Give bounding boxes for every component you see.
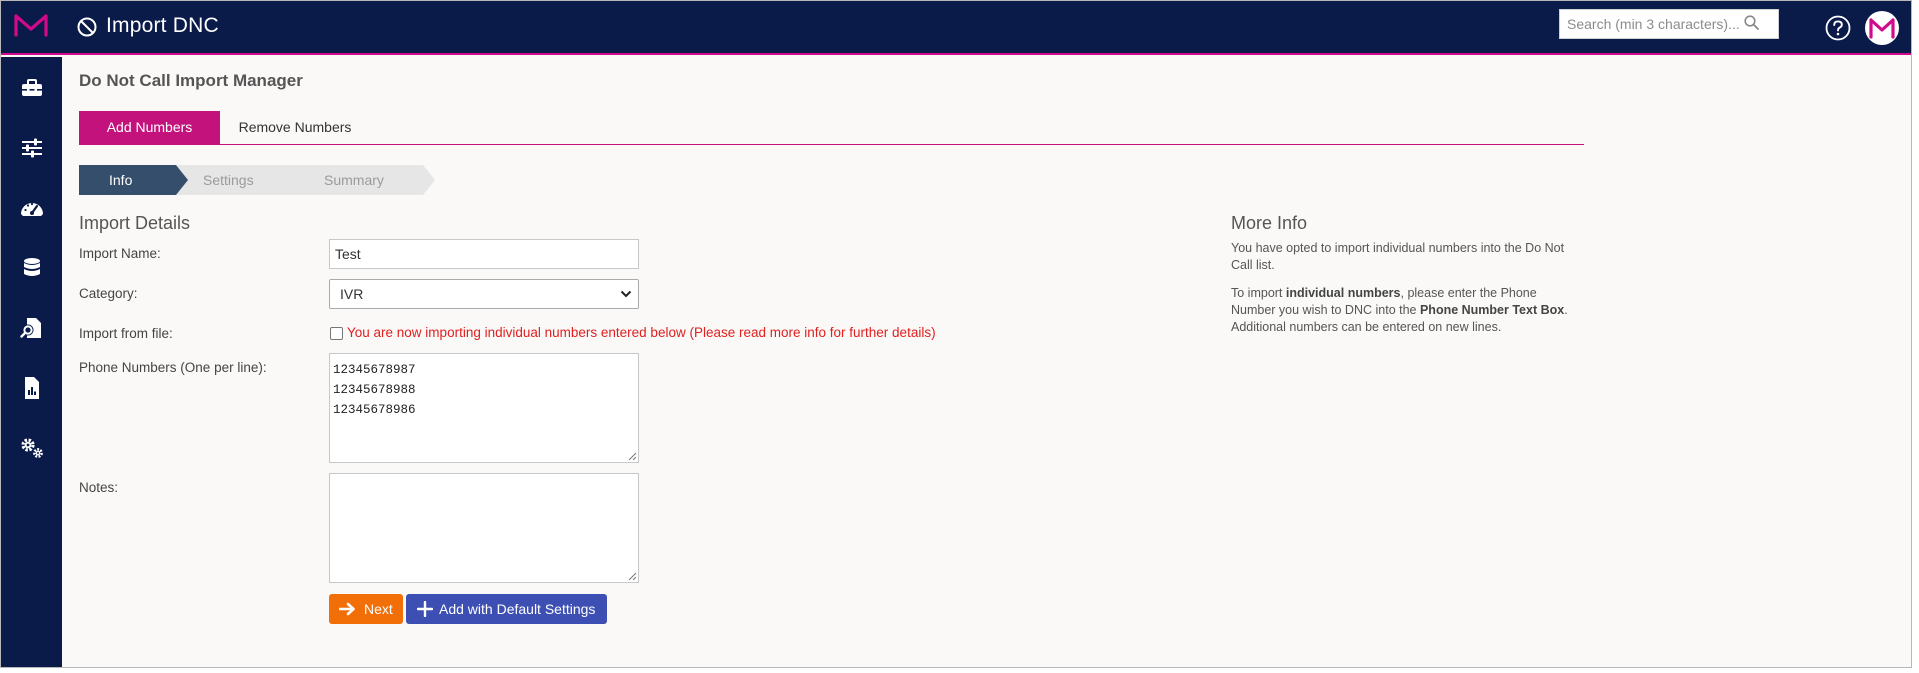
category-label: Category:	[79, 286, 138, 301]
file-search-icon	[19, 318, 41, 338]
more-info-title: More Info	[1231, 213, 1308, 233]
app-window: Import DNC Search (min 3 characters)... …	[0, 0, 1912, 668]
user-avatar[interactable]	[1865, 11, 1899, 45]
ban-icon	[77, 17, 97, 37]
steps-arrows	[79, 165, 435, 195]
avatar-logo-icon	[1869, 18, 1895, 39]
sliders-icon	[21, 138, 42, 158]
phone-number-line: 12345678986	[333, 403, 416, 417]
resize-grip-icon[interactable]	[628, 572, 637, 581]
help-icon[interactable]	[1824, 14, 1852, 42]
sidebar-item-settings[interactable]	[1, 428, 62, 468]
database-icon	[23, 258, 40, 276]
next-button[interactable]: Next	[329, 594, 403, 624]
category-selected-value: IVR	[340, 286, 364, 302]
import-name-input[interactable]: Test	[329, 239, 639, 269]
page-title: Do Not Call Import Manager	[79, 71, 303, 90]
phone-number-line: 12345678987	[333, 363, 416, 377]
toolbox-icon	[21, 79, 42, 96]
resize-grip-icon[interactable]	[628, 452, 637, 461]
app-title: Import DNC	[106, 14, 219, 37]
sidebar-item-sliders[interactable]	[1, 128, 62, 168]
phone-numbers-label: Phone Numbers (One per line):	[79, 360, 267, 375]
plus-icon	[417, 601, 433, 617]
report-file-icon	[24, 377, 39, 399]
add-default-button-label: Add with Default Settings	[439, 601, 596, 617]
step-settings[interactable]: Settings	[203, 172, 254, 188]
global-search	[1559, 9, 1779, 39]
top-bar: Import DNC	[1, 1, 1911, 55]
brand-logo-icon[interactable]	[13, 12, 49, 38]
more-info-emphasis: individual numbers	[1285, 286, 1401, 300]
sidebar-item-reports[interactable]	[1, 368, 62, 408]
more-info-emphasis: Phone Number Text Box	[1419, 303, 1565, 317]
more-info-text: To import	[1231, 286, 1286, 300]
search-input[interactable]	[1560, 10, 1750, 38]
sidebar-item-database[interactable]	[1, 248, 62, 288]
step-summary[interactable]: Summary	[324, 172, 384, 188]
chevron-down-icon	[620, 290, 632, 298]
sidebar-item-toolbox[interactable]	[1, 68, 62, 108]
sidebar-item-file-search[interactable]	[1, 308, 62, 348]
import-details-title: Import Details	[79, 213, 191, 233]
notes-label: Notes:	[79, 480, 119, 495]
sidebar	[1, 57, 62, 667]
tab-add-numbers[interactable]: Add Numbers	[79, 111, 220, 144]
step-info[interactable]: Info	[109, 172, 132, 188]
import-name-label: Import Name:	[79, 246, 161, 261]
notes-textarea[interactable]	[329, 473, 639, 583]
next-button-label: Next	[364, 601, 393, 617]
import-from-file-label: Import from file:	[79, 326, 173, 341]
tab-remove-numbers[interactable]: Remove Numbers	[220, 111, 370, 144]
dashboard-gauge-icon	[20, 202, 43, 216]
import-mode-note: You are now importing individual numbers…	[347, 325, 936, 340]
category-select[interactable]: IVR	[329, 279, 639, 309]
arrow-right-icon	[339, 602, 355, 616]
more-info-paragraph-2: To import individual numbers, please ent…	[1231, 285, 1571, 336]
tab-bar: Add Numbers Remove Numbers	[79, 111, 1584, 145]
import-from-file-checkbox[interactable]	[330, 327, 343, 340]
add-with-default-settings-button[interactable]: Add with Default Settings	[406, 594, 607, 624]
more-info-paragraph-1: You have opted to import individual numb…	[1231, 241, 1565, 272]
phone-numbers-textarea[interactable]: 12345678987 12345678988 12345678986	[329, 353, 639, 463]
main-content: Do Not Call Import Manager Add Numbers R…	[62, 57, 1911, 667]
settings-gears-icon	[20, 438, 43, 458]
phone-number-line: 12345678988	[333, 383, 416, 397]
search-icon[interactable]	[1743, 14, 1761, 32]
sidebar-item-dashboard[interactable]	[1, 188, 62, 228]
